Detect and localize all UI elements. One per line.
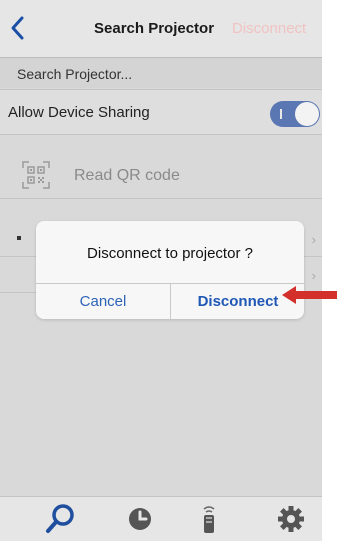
chevron-right-icon: › xyxy=(311,268,316,283)
toggle-on-indicator xyxy=(280,109,282,119)
app-screen: Search Projector Disconnect Search Proje… xyxy=(0,0,322,541)
toggle-knob xyxy=(295,102,319,126)
list-bullet xyxy=(17,236,21,240)
device-sharing-label: Allow Device Sharing xyxy=(8,104,150,121)
history-icon[interactable] xyxy=(123,503,157,535)
chevron-right-icon: › xyxy=(311,232,316,247)
disconnect-alert-dialog: Disconnect to projector ? Cancel Disconn… xyxy=(36,221,304,319)
qr-code-icon xyxy=(22,161,50,189)
device-sharing-toggle[interactable] xyxy=(270,101,320,127)
disconnect-nav-button[interactable]: Disconnect xyxy=(232,20,306,37)
alert-title: Disconnect to projector ? xyxy=(87,245,253,262)
red-pointer-arrow-icon xyxy=(282,286,337,304)
device-sharing-row: Allow Device Sharing xyxy=(0,89,322,135)
tab-bar xyxy=(0,496,322,541)
cancel-button[interactable]: Cancel xyxy=(36,284,170,319)
read-qr-row[interactable]: Read QR code xyxy=(0,152,322,199)
section-header-label: Search Projector... xyxy=(17,66,133,82)
section-header: Search Projector... xyxy=(0,58,322,88)
chevron-left-icon[interactable] xyxy=(8,14,28,42)
gear-icon[interactable] xyxy=(274,503,308,535)
search-icon[interactable] xyxy=(44,503,78,535)
read-qr-label: Read QR code xyxy=(74,167,180,184)
page-title: Search Projector xyxy=(94,20,215,37)
remote-icon[interactable] xyxy=(192,503,226,535)
navigation-bar: Search Projector Disconnect xyxy=(0,0,322,58)
